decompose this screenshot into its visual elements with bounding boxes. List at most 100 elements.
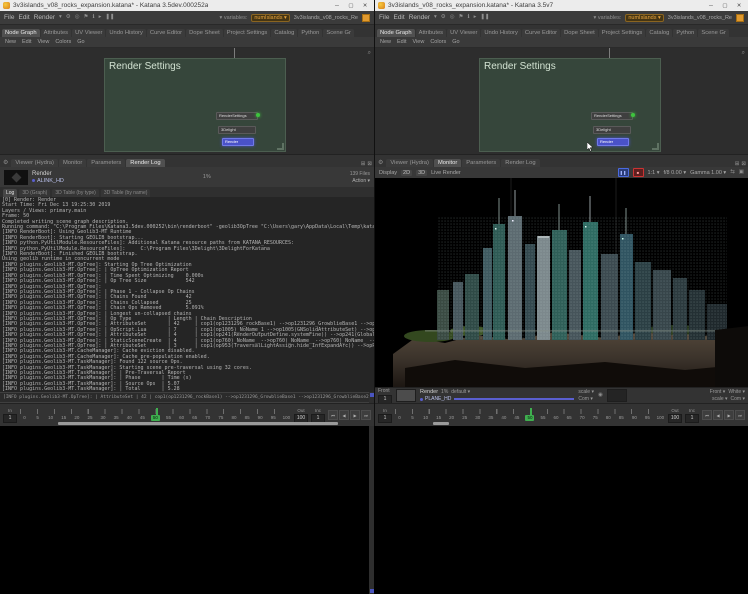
compare-dropdown[interactable]: Com ▾ (731, 396, 745, 402)
transport-button[interactable]: ▶ (724, 410, 734, 420)
node-rendersettings[interactable]: RenderSettings (591, 112, 633, 120)
magnifier-icon[interactable]: ⌕ (368, 50, 371, 57)
panel-gear-icon[interactable]: ⚙ (2, 159, 10, 167)
gear-icon[interactable]: ⚙ (66, 15, 71, 21)
node-3delight[interactable]: 3Delight (218, 126, 256, 134)
timeline-scrollbar[interactable] (58, 422, 338, 425)
nodegraph-menu-item[interactable]: Colors (55, 39, 71, 45)
dropdown-arrow-icon[interactable]: ▾ (434, 15, 437, 21)
dropdown-arrow-icon[interactable]: ▾ (59, 15, 62, 21)
action-dropdown[interactable]: Action ▾ (352, 178, 370, 184)
minimize-button[interactable]: ─ (705, 1, 717, 10)
front-mode-dropdown[interactable]: Front ▾ (710, 389, 726, 395)
main-tab[interactable]: Catalog (646, 29, 672, 37)
snap-target-icon[interactable]: ◎ (450, 15, 455, 21)
exposure-dropdown[interactable]: f/8 0.00 ▾ (663, 170, 686, 176)
transport-button[interactable]: ◀ (713, 410, 723, 420)
pause-render-button[interactable]: ❚❚ (618, 168, 629, 177)
render-log-subtab[interactable]: 3D Table (by name) (101, 189, 151, 197)
main-tab[interactable]: Node Graph (377, 29, 415, 37)
nodegraph-menu-item[interactable]: Go (452, 39, 459, 45)
main-tab[interactable]: Attributes (41, 29, 72, 37)
menu-render[interactable]: Render (34, 14, 55, 21)
nodegraph-menu-item[interactable]: New (5, 39, 16, 45)
menu-edit[interactable]: Edit (18, 14, 29, 21)
view-flag-led[interactable] (631, 113, 635, 117)
scroll-up-button[interactable] (370, 393, 374, 397)
main-tab[interactable]: Project Settings (224, 29, 271, 37)
panel-gear-icon[interactable]: ⚙ (377, 159, 385, 167)
main-tab[interactable]: Curve Editor (522, 29, 560, 37)
inc-field[interactable]: 1 (685, 414, 699, 423)
main-tab[interactable]: Attributes (416, 29, 447, 37)
main-tab[interactable]: Python (673, 29, 697, 37)
main-tab[interactable]: Dope Sheet (186, 29, 223, 37)
display-2d-button[interactable]: 2D (401, 170, 412, 176)
info-icon[interactable]: ℹ (467, 15, 469, 21)
snapshot-icon[interactable]: ▣ (739, 170, 744, 176)
transport-button[interactable]: ⏭ (735, 410, 745, 420)
nodegraph-menu-item[interactable]: View (413, 39, 425, 45)
main-tab[interactable]: Catalog (271, 29, 297, 37)
minimize-button[interactable]: ─ (331, 1, 343, 10)
out-field[interactable]: 100 (668, 414, 682, 423)
default-dropdown[interactable]: default ▾ (451, 389, 470, 395)
main-tab[interactable]: Node Graph (2, 29, 40, 37)
panel-tab[interactable]: Render Log (126, 159, 164, 167)
pause-icon[interactable]: ❚❚ (480, 15, 489, 21)
transport-button[interactable]: ⏮ (328, 410, 338, 420)
panel-tab[interactable]: Viewer (Hydra) (11, 159, 58, 167)
transport-button[interactable]: ◀ (339, 410, 349, 420)
node-render[interactable]: Render (597, 138, 629, 146)
flag-icon[interactable]: ⚑ (459, 15, 464, 21)
node-rendersettings[interactable]: RenderSettings (216, 112, 258, 120)
close-button[interactable]: ✕ (733, 1, 745, 10)
render-play-icon[interactable]: ▸ (474, 15, 477, 21)
display-3d-button[interactable]: 3D (416, 170, 427, 176)
back-buffer-thumbnail[interactable] (607, 389, 627, 402)
gamma-dropdown[interactable]: Gamma 1.00 ▾ (690, 170, 726, 176)
render-log-subtab[interactable]: Log (3, 189, 17, 197)
render-log-subtab[interactable]: 3D (Graph) (19, 189, 50, 197)
variable-numislands-dropdown[interactable]: numIslands ▾ (251, 14, 289, 22)
nodegraph-menu-item[interactable]: Colors (430, 39, 446, 45)
live-render-button[interactable]: Live Render (431, 170, 461, 176)
maximize-button[interactable]: ▢ (345, 1, 357, 10)
monitor-canvas[interactable] (375, 178, 748, 387)
maximize-button[interactable]: ▢ (719, 1, 731, 10)
transport-button[interactable]: ⏭ (361, 410, 371, 420)
menu-render[interactable]: Render (409, 14, 430, 21)
graph-state-dropdown[interactable]: 3v3islands_v08_rocks_Re (294, 15, 358, 21)
render-play-icon[interactable]: ▸ (99, 15, 102, 21)
playhead[interactable] (530, 408, 532, 415)
transport-button[interactable]: ▶ (350, 410, 360, 420)
render-log-subtab[interactable]: 3D Table (by type) (52, 189, 98, 197)
compare-icon[interactable]: ⇆ (730, 170, 735, 176)
node-render[interactable]: Render (222, 138, 254, 146)
stop-render-button[interactable]: ■ (633, 168, 644, 177)
zoom-level-dropdown[interactable]: 1:1 ▾ (648, 170, 660, 176)
pause-icon[interactable]: ❚❚ (105, 15, 114, 21)
info-icon[interactable]: ℹ (92, 15, 94, 21)
nodegraph-menu-item[interactable]: Edit (397, 39, 406, 45)
panel-tab[interactable]: Parameters (87, 159, 125, 167)
in-field[interactable]: 1 (378, 414, 392, 423)
compare-dropdown[interactable]: Com ▾ (578, 396, 594, 402)
main-tab[interactable]: Python (298, 29, 322, 37)
main-tab[interactable]: UV Viewer (447, 29, 480, 37)
main-tab[interactable]: UV Viewer (72, 29, 105, 37)
nodegraph-menu-item[interactable]: New (380, 39, 391, 45)
in-field[interactable]: 1 (3, 414, 17, 423)
view-flag-led[interactable] (256, 113, 260, 117)
main-tab[interactable]: Scene Gr (323, 29, 354, 37)
titlebar[interactable]: 3v3islands_v08_rocks_expansion.katana* -… (375, 0, 748, 11)
scale-dropdown[interactable]: scale ▾ (578, 389, 594, 395)
render-settings-backdrop[interactable]: Render Settings (104, 58, 286, 152)
main-tab[interactable]: Dope Sheet (561, 29, 598, 37)
nodegraph-canvas[interactable]: Render Settings RenderSettings 3Delight … (375, 48, 748, 154)
main-tab[interactable]: Undo History (106, 29, 146, 37)
render-settings-backdrop[interactable]: Render Settings (479, 58, 661, 152)
nodegraph-menu-item[interactable]: Go (77, 39, 84, 45)
front-buffer-thumbnail[interactable] (396, 389, 416, 402)
panel-tab[interactable]: Viewer (Hydra) (386, 159, 433, 167)
